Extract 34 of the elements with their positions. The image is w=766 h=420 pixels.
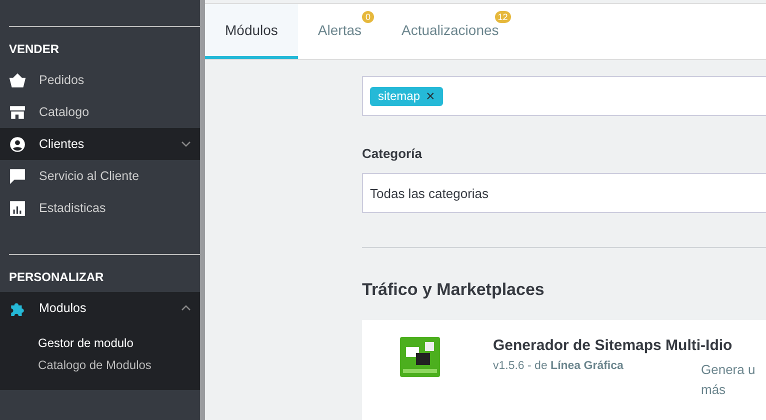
sidebar-item[interactable]: Clientes: [0, 128, 200, 160]
submenu-item[interactable]: Catalogo de Modulos: [0, 354, 200, 376]
search-field[interactable]: sitemap ×: [362, 76, 766, 116]
count-badge: 0: [362, 11, 374, 23]
filter-tag: sitemap ×: [370, 86, 443, 106]
sidebar-item[interactable]: Estadisticas: [0, 192, 200, 224]
field-label: Categoría: [362, 146, 423, 161]
sidebar-item[interactable]: Catalogo: [0, 96, 200, 128]
section-heading: PERSONALIZAR: [8, 269, 105, 286]
store-icon: [9, 104, 26, 120]
person-icon: [9, 136, 26, 152]
remove-button[interactable]: ×: [426, 88, 435, 104]
sidebar-item[interactable]: Pedidos: [0, 64, 200, 96]
submenu-item[interactable]: Gestor de modulo: [0, 332, 200, 354]
count-badge: 12: [494, 11, 511, 23]
module-description: más: [701, 381, 727, 399]
chevron-icon: [181, 141, 191, 147]
chart-icon: [9, 200, 26, 216]
scrollbar[interactable]: [200, 0, 205, 420]
chat-icon: [9, 168, 26, 184]
section-title: Tráfico y Marketplaces: [362, 280, 546, 300]
module-description: Genera u: [701, 361, 756, 379]
sidebar-item[interactable]: Modulos: [0, 292, 200, 324]
section-heading: VENDER: [8, 41, 60, 58]
chevron-icon: [181, 305, 191, 311]
tab[interactable]: Alertas 0: [298, 4, 382, 59]
sidebar-item[interactable]: Servicio al Cliente: [0, 160, 200, 192]
module-logo-icon: [400, 337, 440, 377]
category-select[interactable]: Todas las categorias: [362, 173, 766, 213]
basket-icon: [9, 72, 26, 88]
tab[interactable]: Actualizaciones 12: [382, 4, 519, 59]
module-name: Generador de Sitemaps Multi-Idio: [493, 337, 734, 354]
tab[interactable]: Módulos: [205, 4, 298, 59]
module-version: v1.5.6 - de Línea Gráfica: [493, 360, 624, 374]
